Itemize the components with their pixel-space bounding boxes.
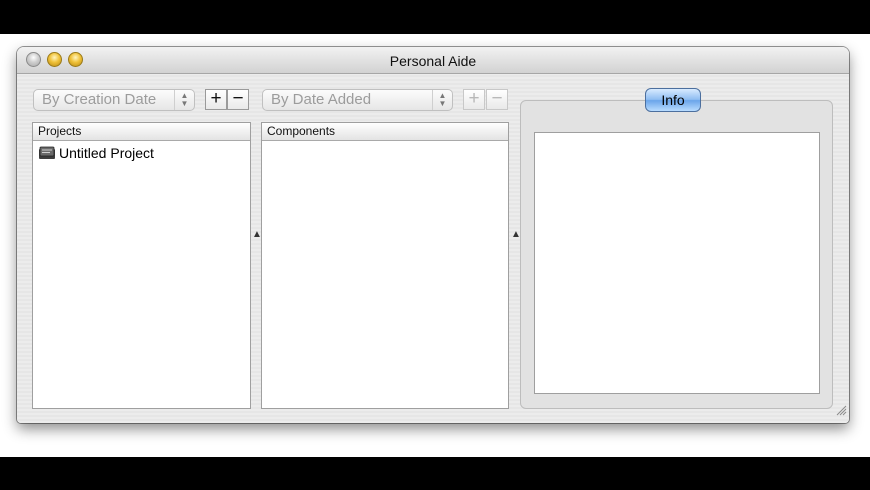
components-sort-popup[interactable]: By Date Added ▲ ▼ xyxy=(262,89,453,111)
projects-column-header[interactable]: Projects xyxy=(33,123,250,141)
remove-component-button[interactable]: − xyxy=(486,89,508,110)
top-black-band xyxy=(0,0,870,34)
popup-arrows-icon: ▲ ▼ xyxy=(432,90,452,110)
remove-project-button[interactable]: − xyxy=(227,89,249,110)
components-sort-label: By Date Added xyxy=(271,91,372,108)
projects-list[interactable]: Projects Untitled Project xyxy=(32,122,251,409)
popup-arrows-icon: ▲ ▼ xyxy=(174,90,194,110)
list-item[interactable]: Untitled Project xyxy=(33,143,250,163)
tab-info[interactable]: Info xyxy=(645,88,701,112)
projects-sort-popup[interactable]: By Creation Date ▲ ▼ xyxy=(33,89,195,111)
project-book-icon xyxy=(38,146,56,160)
info-content-area[interactable] xyxy=(534,132,820,394)
app-window: Personal Aide By Creation Date ▲ ▼ + − By… xyxy=(17,47,849,423)
components-column-header[interactable]: Components xyxy=(262,123,508,141)
window-title: Personal Aide xyxy=(389,53,477,69)
bottom-black-band xyxy=(0,457,870,490)
add-component-button[interactable]: + xyxy=(463,89,485,110)
add-project-button[interactable]: + xyxy=(205,89,227,110)
projects-sort-label: By Creation Date xyxy=(42,91,157,108)
project-name: Untitled Project xyxy=(59,145,154,161)
components-list[interactable]: Components xyxy=(261,122,509,409)
title-bar[interactable]: Personal Aide xyxy=(17,47,849,74)
resize-grip-icon[interactable] xyxy=(835,403,847,421)
